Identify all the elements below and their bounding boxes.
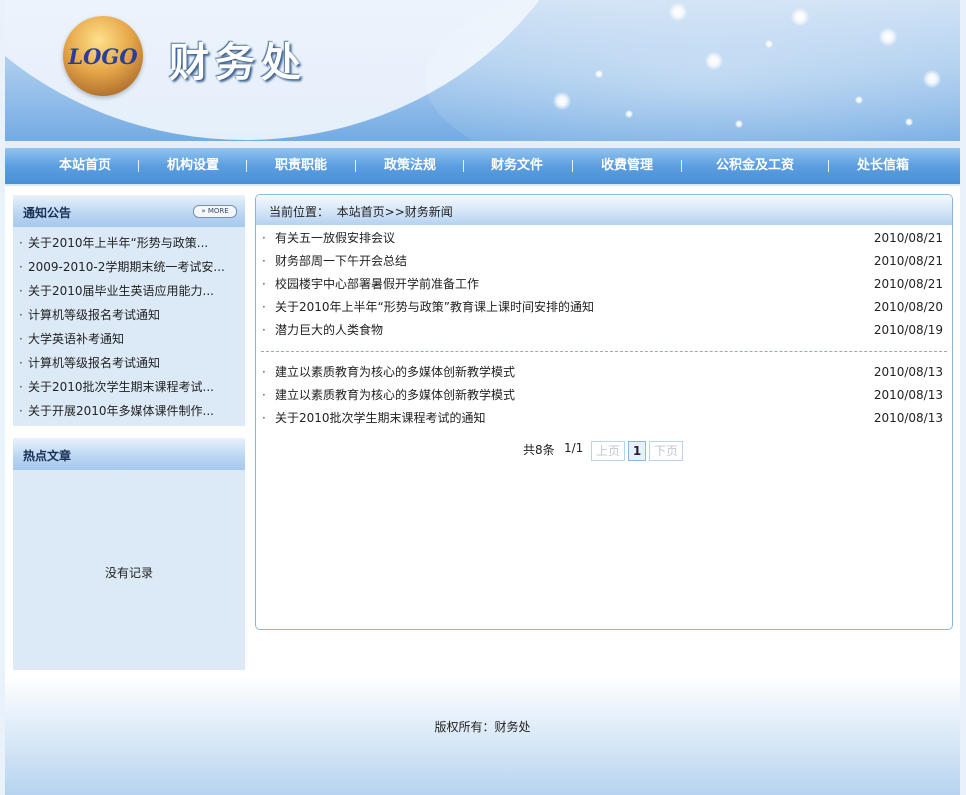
prev-page-button[interactable]: 上页 <box>591 441 625 461</box>
news-date: 2010/08/19 <box>873 323 943 337</box>
dashed-divider <box>261 351 947 352</box>
star-decoration <box>923 70 941 88</box>
pagination-pages: 1/1 <box>564 441 584 455</box>
nav-separator <box>246 160 247 172</box>
notice-panel-header: 通知公告 » MORE <box>13 195 245 227</box>
star-decoration <box>595 70 603 78</box>
news-date: 2010/08/21 <box>873 277 943 291</box>
header-divider <box>5 141 960 148</box>
header-banner: LOGO 财务处 <box>5 0 960 148</box>
current-page-button[interactable]: 1 <box>628 441 646 461</box>
list-item[interactable]: · 校园楼宇中心部署暑假开学前准备工作 2010/08/21 <box>256 273 952 296</box>
news-date: 2010/08/13 <box>873 411 943 425</box>
notice-item[interactable]: 关于2010届毕业生英语应用能力... <box>13 281 245 305</box>
list-item[interactable]: · 关于2010批次学生期末课程考试的通知 2010/08/13 <box>256 407 952 430</box>
breadcrumb: 当前位置： 本站首页>>财务新闻 <box>269 203 453 220</box>
banner-glow <box>425 0 960 148</box>
news-title[interactable]: 关于2010年上半年“形势与政策”教育课上课时间安排的通知 <box>275 296 594 319</box>
star-decoration <box>625 110 633 118</box>
nav-item-home[interactable]: 本站首页 <box>35 148 135 184</box>
breadcrumb-path[interactable]: 本站首页>>财务新闻 <box>337 205 453 219</box>
star-decoration <box>879 28 897 46</box>
news-date: 2010/08/20 <box>873 300 943 314</box>
news-title[interactable]: 关于2010批次学生期末课程考试的通知 <box>275 407 486 430</box>
notice-panel: 通知公告 » MORE 关于2010年上半年“形势与政策... 2009-201… <box>13 195 245 426</box>
nav-separator <box>138 160 139 172</box>
nav-item-organization[interactable]: 机构设置 <box>143 148 243 184</box>
bullet-icon: · <box>262 411 266 425</box>
bullet-icon: · <box>262 388 266 402</box>
list-item[interactable]: · 关于2010年上半年“形势与政策”教育课上课时间安排的通知 2010/08/… <box>256 296 952 319</box>
nav-item-director-mailbox[interactable]: 处长信箱 <box>833 148 933 184</box>
nav-separator <box>355 160 356 172</box>
news-title[interactable]: 建立以素质教育为核心的多媒体创新教学模式 <box>275 384 515 407</box>
news-date: 2010/08/13 <box>873 388 943 402</box>
news-title[interactable]: 潜力巨大的人类食物 <box>275 319 383 342</box>
news-list-primary: · 有关五一放假安排会议 2010/08/21 · 财务部周一下午开会总结 20… <box>256 227 952 342</box>
bullet-icon: · <box>262 231 266 245</box>
news-title[interactable]: 财务部周一下午开会总结 <box>275 250 407 273</box>
bullet-icon: · <box>262 254 266 268</box>
star-decoration <box>705 52 723 70</box>
nav-item-duties[interactable]: 职责职能 <box>251 148 351 184</box>
notice-item[interactable]: 计算机等级报名考试通知 <box>13 353 245 377</box>
notice-item[interactable]: 2009-2010-2学期期末统一考试安... <box>13 257 245 281</box>
pagination-total: 共8条 <box>523 443 555 457</box>
more-button[interactable]: » MORE <box>193 205 237 218</box>
news-date: 2010/08/13 <box>873 365 943 379</box>
hot-articles-panel: 热点文章 没有记录 <box>13 438 245 670</box>
notice-item[interactable]: 计算机等级报名考试通知 <box>13 305 245 329</box>
nav-separator <box>681 160 682 172</box>
news-title[interactable]: 建立以素质教育为核心的多媒体创新教学模式 <box>275 361 515 384</box>
list-item[interactable]: · 建立以素质教育为核心的多媒体创新教学模式 2010/08/13 <box>256 361 952 384</box>
nav-item-fund-salary[interactable]: 公积金及工资 <box>695 148 815 184</box>
news-title[interactable]: 校园楼宇中心部署暑假开学前准备工作 <box>275 273 479 296</box>
nav-separator <box>828 160 829 172</box>
star-decoration <box>791 8 809 26</box>
news-title[interactable]: 有关五一放假安排会议 <box>275 227 395 250</box>
notice-item[interactable]: 关于开展2010年多媒体课件制作... <box>13 401 245 425</box>
nav-item-policies[interactable]: 政策法规 <box>360 148 460 184</box>
star-decoration <box>905 118 913 126</box>
bullet-icon: · <box>262 300 266 314</box>
list-item[interactable]: · 潜力巨大的人类食物 2010/08/19 <box>256 319 952 342</box>
star-decoration <box>735 120 743 128</box>
nav-separator <box>463 160 464 172</box>
news-box-header: 当前位置： 本站首页>>财务新闻 <box>256 195 952 225</box>
notice-list: 关于2010年上半年“形势与政策... 2009-2010-2学期期末统一考试安… <box>13 233 245 425</box>
copyright-text: 版权所有：财务处 <box>434 720 531 734</box>
nav-separator <box>572 160 573 172</box>
news-date: 2010/08/21 <box>873 231 943 245</box>
star-decoration <box>553 92 571 110</box>
list-item[interactable]: · 有关五一放假安排会议 2010/08/21 <box>256 227 952 250</box>
bullet-icon: · <box>262 277 266 291</box>
notice-item[interactable]: 关于2010年上半年“形势与政策... <box>13 233 245 257</box>
star-decoration <box>669 3 687 21</box>
nav-item-finance-docs[interactable]: 财务文件 <box>467 148 567 184</box>
bullet-icon: · <box>262 365 266 379</box>
hot-articles-title: 热点文章 <box>23 449 72 463</box>
news-list-secondary: · 建立以素质教育为核心的多媒体创新教学模式 2010/08/13 · 建立以素… <box>256 361 952 430</box>
notice-item[interactable]: 关于2010批次学生期末课程考试... <box>13 377 245 401</box>
empty-message: 没有记录 <box>104 566 153 580</box>
site-title: 财务处 <box>169 39 307 86</box>
breadcrumb-label: 当前位置： <box>269 205 330 219</box>
notice-panel-title: 通知公告 <box>23 206 72 220</box>
notice-item[interactable]: 大学英语补考通知 <box>13 329 245 353</box>
logo-text: LOGO <box>68 44 138 69</box>
news-date: 2010/08/21 <box>873 254 943 268</box>
nav-item-fees[interactable]: 收费管理 <box>577 148 677 184</box>
news-box: 当前位置： 本站首页>>财务新闻 · 有关五一放假安排会议 2010/08/21… <box>255 194 953 630</box>
main-nav: 本站首页 机构设置 职责职能 政策法规 财务文件 收费管理 公积金及工资 处长信… <box>5 148 960 186</box>
star-decoration <box>855 96 863 104</box>
star-decoration <box>765 40 773 48</box>
page-frame: LOGO 财务处 本站首页 机构设置 职责职能 政策法规 财务文件 收费管理 公… <box>5 0 960 795</box>
bullet-icon: · <box>262 323 266 337</box>
list-item[interactable]: · 建立以素质教育为核心的多媒体创新教学模式 2010/08/13 <box>256 384 952 407</box>
list-item[interactable]: · 财务部周一下午开会总结 2010/08/21 <box>256 250 952 273</box>
footer: 版权所有：财务处 <box>5 676 960 795</box>
hot-articles-header: 热点文章 <box>13 438 245 470</box>
next-page-button[interactable]: 下页 <box>649 441 683 461</box>
